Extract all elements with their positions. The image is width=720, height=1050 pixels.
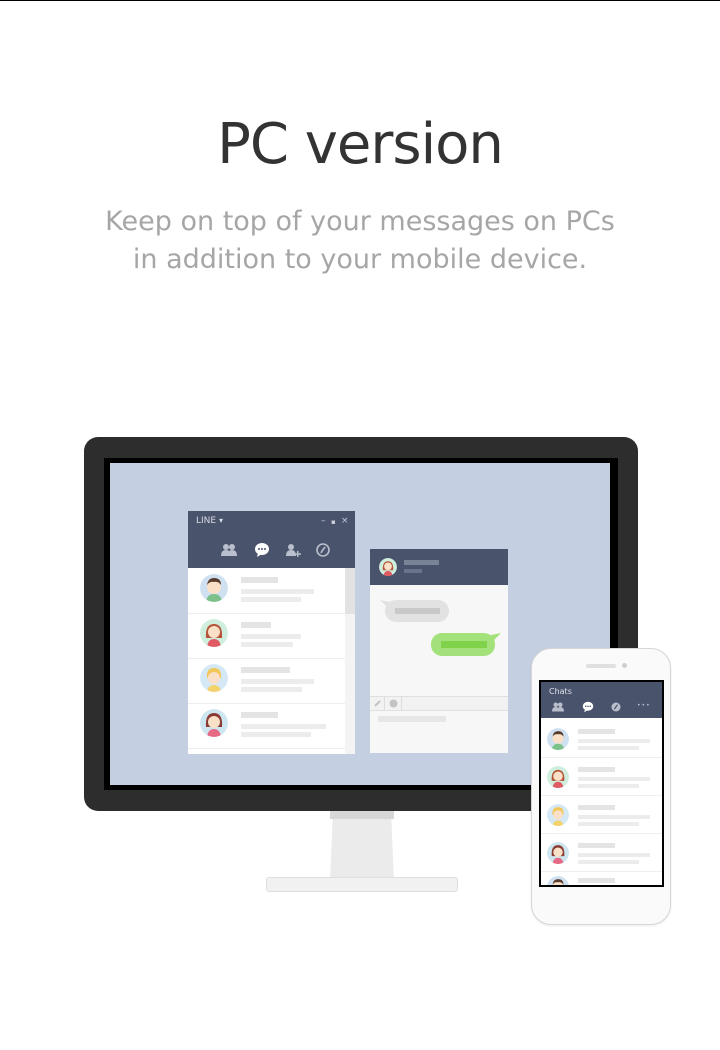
name-placeholder <box>578 843 615 848</box>
monitor-stand-base <box>266 877 458 892</box>
toolbar-divider <box>384 697 385 710</box>
message-placeholder <box>578 746 639 750</box>
list-item[interactable] <box>541 872 662 885</box>
message-placeholder <box>578 777 650 781</box>
message-input-placeholder[interactable] <box>378 716 446 722</box>
name-placeholder <box>241 667 290 673</box>
message-placeholder <box>241 642 293 647</box>
list-item[interactable] <box>541 834 662 872</box>
phone-header: Chats ••• <box>541 682 662 718</box>
phone-header-title: Chats <box>549 687 572 696</box>
toolbar-divider <box>401 697 402 710</box>
app-name: LINE <box>196 516 217 526</box>
message-placeholder <box>241 597 301 602</box>
message-placeholder <box>578 860 639 864</box>
avatar <box>547 842 569 864</box>
pc-window-titlebar: LINE ▾ – ▪ × <box>188 511 355 533</box>
message-placeholder <box>241 679 314 684</box>
outgoing-message-bubble <box>431 633 495 656</box>
timeline-icon[interactable] <box>315 542 331 558</box>
timeline-icon[interactable] <box>610 701 622 713</box>
more-icon[interactable]: ••• <box>637 702 651 709</box>
attach-icon[interactable] <box>373 699 382 708</box>
pc-friend-list <box>188 568 355 754</box>
pc-line-window: LINE ▾ – ▪ × <box>188 511 355 754</box>
list-item[interactable] <box>188 568 345 614</box>
page-title: PC version <box>217 112 504 177</box>
name-placeholder <box>578 729 615 734</box>
message-placeholder <box>578 739 650 743</box>
minimize-button[interactable]: – <box>321 515 326 527</box>
friends-icon[interactable] <box>552 701 564 713</box>
message-placeholder <box>241 687 302 692</box>
bubble-tail-icon <box>491 633 501 641</box>
name-placeholder <box>578 805 615 810</box>
pc-window-tabs <box>188 533 355 568</box>
message-placeholder <box>241 589 314 594</box>
chat-toolbar <box>370 696 508 711</box>
avatar <box>200 709 228 737</box>
name-placeholder <box>241 712 278 718</box>
emoji-icon[interactable] <box>389 699 398 708</box>
name-placeholder <box>241 577 278 583</box>
list-item[interactable] <box>541 720 662 758</box>
avatar <box>200 619 228 647</box>
list-item[interactable] <box>541 758 662 796</box>
app-name-label[interactable]: LINE ▾ <box>196 516 223 526</box>
subtitle-line-1: Keep on top of your messages on PCs <box>105 206 615 237</box>
contact-name-placeholder <box>404 560 439 565</box>
avatar <box>547 766 569 788</box>
friends-icon[interactable] <box>221 542 237 558</box>
avatar <box>379 558 397 576</box>
message-placeholder <box>241 732 311 737</box>
close-button[interactable]: × <box>341 515 349 527</box>
avatar <box>547 728 569 750</box>
monitor-stand-shadow <box>330 811 394 819</box>
phone-speaker <box>586 664 616 668</box>
message-placeholder <box>441 641 487 648</box>
message-placeholder <box>578 853 650 857</box>
phone-screen: Chats ••• <box>541 682 662 885</box>
avatar <box>200 574 228 602</box>
add-friend-icon[interactable] <box>285 542 301 558</box>
avatar <box>200 664 228 692</box>
message-placeholder <box>241 634 301 639</box>
message-placeholder <box>395 608 440 614</box>
name-placeholder <box>578 767 615 772</box>
scrollbar-thumb[interactable] <box>345 568 355 614</box>
avatar <box>547 804 569 826</box>
incoming-message-bubble <box>385 600 449 622</box>
dropdown-arrow-icon: ▾ <box>218 516 223 525</box>
avatar <box>547 876 569 885</box>
phone-camera <box>622 663 627 668</box>
name-placeholder <box>241 622 271 628</box>
message-placeholder <box>241 724 326 729</box>
subtitle-line-2: in addition to your mobile device. <box>132 244 588 275</box>
maximize-button[interactable]: ▪ <box>331 516 336 528</box>
chats-icon[interactable] <box>254 542 270 558</box>
chat-header <box>370 549 508 585</box>
message-placeholder <box>578 784 639 788</box>
message-placeholder <box>578 815 650 819</box>
top-border <box>0 0 720 1</box>
list-item[interactable] <box>188 703 345 749</box>
contact-status-placeholder <box>404 569 422 573</box>
list-item[interactable] <box>188 613 345 659</box>
list-item[interactable] <box>541 796 662 834</box>
list-item[interactable] <box>188 658 345 704</box>
bubble-tail-icon <box>380 600 390 608</box>
name-placeholder <box>578 878 615 883</box>
monitor-stand-neck <box>330 811 394 881</box>
chats-icon[interactable] <box>582 701 594 713</box>
message-placeholder <box>578 822 639 826</box>
